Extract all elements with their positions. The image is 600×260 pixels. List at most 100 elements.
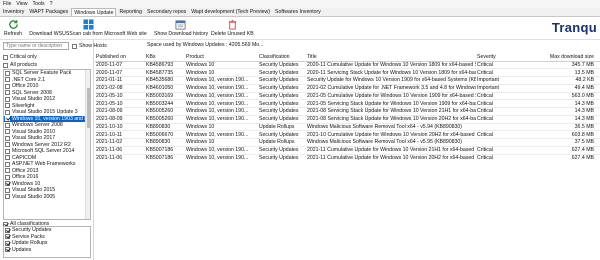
delete-unused-kb-button[interactable]: Delete Unused KB [211, 18, 254, 40]
cell-classification: Security Updates [258, 107, 306, 116]
cell-classification: Security Updates [258, 76, 306, 85]
search-input[interactable] [3, 42, 69, 50]
product-checkbox[interactable] [5, 83, 10, 89]
product-checkbox[interactable] [5, 194, 10, 200]
column-header[interactable]: Title [306, 53, 476, 62]
product-item[interactable]: Visual Studio 2015 Update 3 [4, 109, 90, 116]
menu-item-3[interactable]: ? [48, 1, 55, 7]
scrollbar-thumb[interactable] [87, 88, 90, 128]
product-checkbox[interactable] [5, 135, 10, 141]
classification-checkbox[interactable] [5, 227, 10, 233]
classification-checkbox[interactable] [5, 240, 10, 246]
tab-1[interactable]: WAPT Packages [27, 8, 70, 16]
menu-bar: File View Tools? [0, 0, 600, 8]
cell-title: 2021-05 Servicing Stack Update for Windo… [306, 99, 476, 108]
cell-title: 2021-02 Cumulative Update for .NET Frame… [306, 83, 476, 92]
product-checkbox[interactable] [5, 187, 10, 193]
classification-item[interactable]: Updates [4, 247, 90, 254]
column-header[interactable]: Max download size [526, 53, 600, 62]
table-row[interactable]: 2021-10-10 KB890830 Windows 10 Update Rollu… [95, 122, 600, 131]
table-row[interactable]: 2021-11-02 KB890830 Windows 10 Update Rollu… [95, 138, 600, 147]
product-checkbox[interactable] [5, 148, 10, 154]
product-checkbox[interactable] [5, 174, 10, 180]
menu-item-1[interactable]: View [14, 1, 29, 7]
cell-product: Windows 10, version 190... [185, 153, 258, 162]
product-checkbox[interactable] [5, 70, 10, 76]
classification-checkbox[interactable] [5, 247, 10, 253]
tab-4[interactable]: Secondary repos [145, 8, 188, 16]
product-checkbox[interactable] [5, 109, 10, 115]
product-item[interactable]: Windows 10, version 1903 and later [4, 115, 90, 122]
table-row[interactable]: 2021-02-08 KB4601050 Windows 10, version 1… [95, 83, 600, 92]
product-item[interactable]: Visual Studio 2005 [4, 194, 90, 201]
product-checkbox[interactable] [5, 103, 10, 109]
updates-grid[interactable]: Published on KBs Product Classification Titl… [95, 53, 600, 260]
cell-published: 2021-11-02 [95, 138, 145, 147]
cell-kb: KB5007186 [145, 145, 185, 154]
cell-product: Windows 10, version 190... [185, 83, 258, 92]
menu-item-0[interactable]: File [1, 1, 13, 7]
product-checkbox[interactable] [5, 155, 10, 161]
refresh-button[interactable]: Refresh [2, 18, 24, 40]
cell-title: 2021-08 Servicing Stack Update for Windo… [306, 107, 476, 116]
tab-3[interactable]: Reporting [117, 8, 144, 16]
show-hosts-box [72, 43, 77, 49]
classification-checkbox[interactable] [5, 234, 10, 240]
history-icon [175, 20, 185, 30]
product-checkbox[interactable] [5, 142, 10, 148]
product-checkbox[interactable] [5, 90, 10, 96]
tab-0[interactable]: Inventory [1, 8, 26, 16]
menu-item-2[interactable]: Tools [31, 1, 47, 7]
product-label: Microsoft SQL Server 2014 [12, 148, 75, 155]
column-header[interactable]: Classification [258, 53, 306, 62]
table-row[interactable]: 2021-08-09 KB5005260 Windows 10, version 1… [95, 107, 600, 116]
tab-6[interactable]: Softwares Inventory [273, 8, 323, 16]
product-label: CAPICOM [12, 154, 37, 161]
critical-only-checkbox[interactable]: Critical only [3, 54, 37, 60]
product-checkbox[interactable] [5, 122, 10, 128]
cell-size: 627.4 MB [526, 145, 600, 154]
cell-size: 36.5 MB [526, 122, 600, 131]
product-label: Visual Studio 2015 Update 3 [12, 109, 78, 116]
cell-product: Windows 10 [185, 60, 258, 69]
column-header[interactable]: KBs [145, 53, 185, 62]
product-checkbox[interactable] [5, 116, 10, 122]
product-checkbox[interactable] [5, 168, 10, 174]
cell-classification: Security Updates [258, 91, 306, 100]
show-download-history-button[interactable]: Show Download history [154, 18, 208, 40]
table-row[interactable]: 2021-11-06 KB5007186 Windows 10, version 1… [95, 145, 600, 154]
product-label: .NET Core 2.1 [12, 76, 46, 83]
table-row[interactable]: 2021-01-11 KB4535680 Windows 10, version 1… [95, 76, 600, 85]
classification-list[interactable]: Security Updates Service Packs Update Roll… [3, 226, 91, 258]
space-used-text: Space used by Windows Updates : 4205.569… [147, 42, 264, 48]
product-checkbox[interactable] [5, 96, 10, 102]
column-header[interactable]: Severity [476, 53, 526, 62]
all-products-checkbox[interactable]: All products [3, 62, 37, 68]
download-cab-button[interactable]: Download WSUSScan cab from Microsoft Web… [28, 18, 148, 40]
table-row[interactable]: 2021-08-09 KB5005260 Windows 10, version 1… [95, 114, 600, 123]
product-checkbox[interactable] [5, 77, 10, 83]
column-header[interactable]: Published on [95, 53, 145, 62]
cell-kb: KB5003169 [145, 91, 185, 100]
product-list-scrollbar[interactable] [85, 70, 90, 219]
cell-size: 37.5 MB [526, 138, 600, 147]
table-row[interactable]: 2021-10-11 KB5006670 Windows 10, version 1… [95, 130, 600, 139]
product-list[interactable]: SQL Server Feature Pack .NET Core 2.1 Offi… [3, 69, 91, 220]
tab-5[interactable]: Wapt development (Tech Preview) [189, 8, 272, 16]
table-row[interactable]: 2020-11-07 KB4587735 Windows 10 Security Up… [95, 68, 600, 77]
product-checkbox[interactable] [5, 181, 10, 187]
table-row[interactable]: 2021-05-10 KB5003244 Windows 10, version 1… [95, 99, 600, 108]
cell-kb: KB890830 [145, 138, 185, 147]
product-checkbox[interactable] [5, 129, 10, 135]
product-label: Visual Studio 2005 [12, 193, 56, 200]
column-header[interactable]: Product [185, 53, 258, 62]
table-row[interactable]: 2021-05-10 KB5003169 Windows 10, version 1… [95, 91, 600, 100]
tab-2[interactable]: Windows Update [71, 8, 117, 16]
cell-kb: KB4587735 [145, 68, 185, 77]
cell-size: 345.7 MB [526, 60, 600, 69]
table-row[interactable]: 2021-11-06 KB5007186 Windows 10, version 1… [95, 153, 600, 162]
cell-published: 2021-11-06 [95, 145, 145, 154]
table-row[interactable]: 2020-11-07 KB4586793 Windows 10 Security Up… [95, 60, 600, 69]
product-checkbox[interactable] [5, 161, 10, 167]
all-products-box [3, 62, 8, 68]
